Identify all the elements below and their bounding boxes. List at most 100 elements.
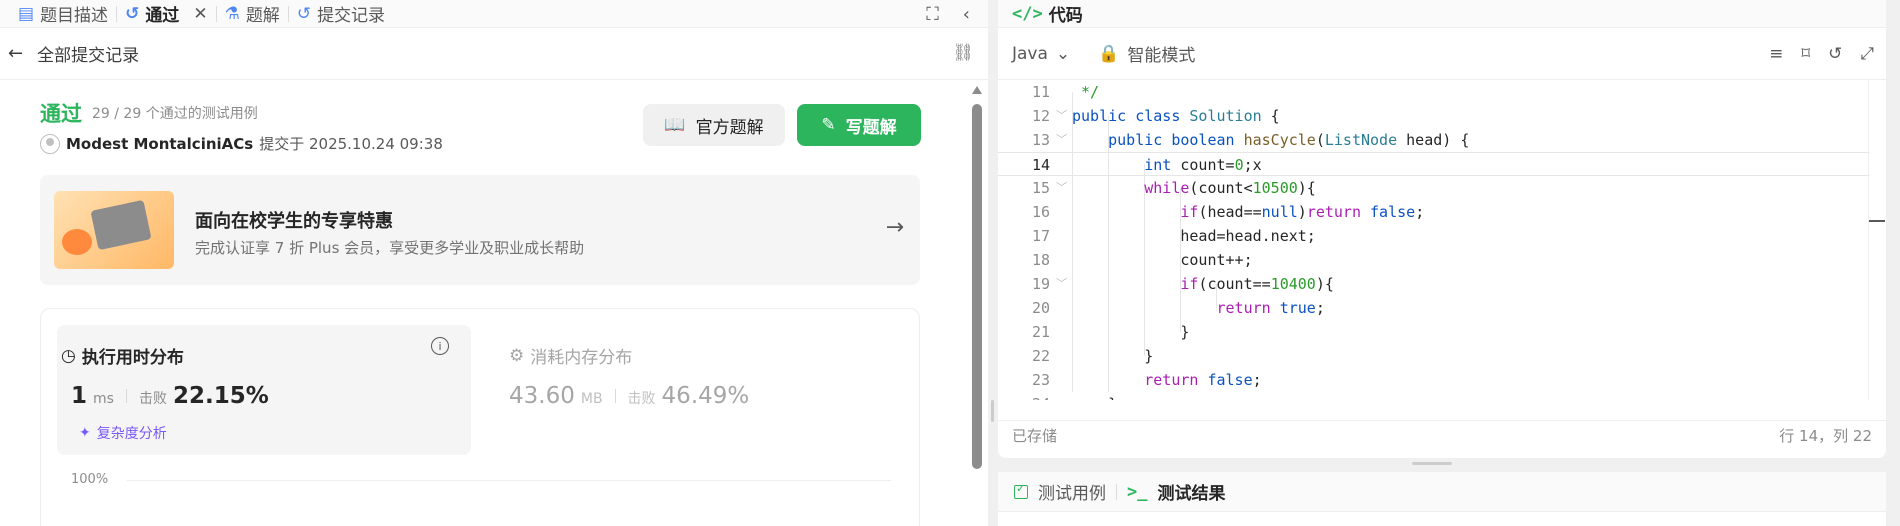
history-icon: ↺ xyxy=(125,3,140,24)
code-text: return false; xyxy=(1144,371,1262,389)
graduation-cap-illustration xyxy=(54,191,174,269)
line-number: 20 xyxy=(1031,299,1050,317)
memory-value: 43.60 xyxy=(509,383,575,409)
lock-icon: 🔒 xyxy=(1098,43,1120,64)
back-arrow-icon[interactable]: ← xyxy=(8,43,23,64)
button-label: 官方题解 xyxy=(695,117,764,138)
chip-icon: ⚙ xyxy=(509,345,525,366)
left-tabbar: ▤ 题目描述 ↺ 通过 ✕ ⚗ 题解 ↺ 提交记录 ⛶ ‹ xyxy=(0,0,988,28)
code-text: } xyxy=(1072,392,1117,400)
code-line: 21 } xyxy=(998,320,1870,344)
fold-chevron-icon[interactable]: ﹀ xyxy=(1056,104,1067,128)
code-line: 13 ﹀ public boolean hasCycle(ListNode hea… xyxy=(998,128,1870,152)
arrow-right-icon[interactable]: → xyxy=(886,215,904,240)
tab-accepted[interactable]: ↺ 通过 ✕ xyxy=(117,0,216,28)
line-number: 11 xyxy=(1031,83,1050,101)
code-panel-header: </> 代码 xyxy=(998,0,1886,28)
runtime-value: 1 xyxy=(71,383,88,409)
tabbar-actions: ⛶ ‹ xyxy=(926,0,988,28)
line-number: 15 xyxy=(1031,179,1050,197)
code-editor[interactable]: 11 */ 12 ﹀ public class Solution { 13 ﹀ pub… xyxy=(998,80,1870,400)
chart-y-label: 100% xyxy=(71,472,109,487)
code-line: 20 return true; xyxy=(998,296,1870,320)
memory-beat-percent: 46.49% xyxy=(661,383,750,409)
beat-label: 击败 xyxy=(138,391,167,407)
history-icon: ↺ xyxy=(296,3,312,24)
student-promo-banner[interactable]: 面向在校学生的专享特惠 完成认证享 7 折 Plus 会员，享受更多学业及职业成… xyxy=(40,175,920,285)
complexity-analysis-link[interactable]: ✦ 复杂度分析 xyxy=(79,423,167,443)
runtime-title: ◷ 执行用时分布 xyxy=(61,343,184,369)
bookmark-icon[interactable]: ⌑ xyxy=(1801,44,1810,64)
tab-test-result[interactable]: 测试结果 xyxy=(1157,479,1225,504)
editor-scroll-marker xyxy=(1869,220,1885,222)
tab-solutions[interactable]: ⚗ 题解 xyxy=(217,0,288,28)
tab-testcase[interactable]: 测试用例 xyxy=(1038,479,1106,504)
horizontal-drag-handle[interactable] xyxy=(1412,462,1452,465)
checkbox-icon xyxy=(1014,482,1028,499)
code-line: 16 if(head==null)return false; xyxy=(998,200,1870,224)
submission-status: 通过 xyxy=(40,102,82,126)
code-text: if(head==null)return false; xyxy=(1180,203,1425,221)
line-number: 22 xyxy=(1031,347,1050,365)
edit-icon: ✎ xyxy=(821,115,836,135)
runtime-metric: 1 ms 击败 22.15% xyxy=(71,383,269,409)
editor-statusbar: 已存储 行 14，列 22 xyxy=(998,420,1886,450)
fullscreen-icon[interactable]: ⛶ xyxy=(926,4,939,25)
tab-description[interactable]: ▤ 题目描述 xyxy=(10,0,116,28)
line-number: 12 xyxy=(1031,107,1050,125)
code-text: return true; xyxy=(1216,299,1325,317)
memory-title[interactable]: ⚙ 消耗内存分布 xyxy=(509,343,633,369)
tab-submissions[interactable]: ↺ 提交记录 xyxy=(289,0,393,28)
metric-divider xyxy=(614,389,616,403)
clock-icon: ◷ xyxy=(61,345,76,366)
promo-subtitle: 完成认证享 7 折 Plus 会员，享受更多学业及职业成长帮助 xyxy=(195,239,585,257)
left-panel: ▤ 题目描述 ↺ 通过 ✕ ⚗ 题解 ↺ 提交记录 ⛶ ‹ ← 全部提交记录 ⛓… xyxy=(0,0,988,526)
code-line: 24 } xyxy=(998,392,1870,400)
close-icon[interactable]: ✕ xyxy=(193,4,207,24)
memory-metric: 43.60 MB 击败 46.49% xyxy=(509,383,749,409)
left-scrollbar[interactable] xyxy=(972,104,982,469)
code-line: 23 return false; xyxy=(998,368,1870,392)
language-select[interactable]: Java ⌄ xyxy=(1012,44,1070,64)
avatar[interactable] xyxy=(40,133,60,154)
smart-mode-toggle[interactable]: 🔒 智能模式 xyxy=(1098,41,1196,67)
memory-title-text: 消耗内存分布 xyxy=(530,348,633,368)
expand-icon[interactable]: ⤢ xyxy=(1860,44,1874,64)
code-text: if(count==10400){ xyxy=(1180,275,1334,293)
code-line: 19 ﹀ if(count==10400){ xyxy=(998,272,1870,296)
format-icon[interactable]: ≡ xyxy=(1769,44,1783,64)
runtime-unit: ms xyxy=(93,391,114,407)
code-text: int count=0;x xyxy=(1144,156,1262,174)
collapse-left-icon[interactable]: ‹ xyxy=(963,4,970,25)
sparkle-icon: ✦ xyxy=(79,425,91,441)
write-solution-button[interactable]: ✎ 写题解 xyxy=(797,104,921,146)
author-name[interactable]: Modest MontalciniACs xyxy=(66,135,253,153)
panel-divider[interactable] xyxy=(988,0,998,526)
info-icon[interactable]: i xyxy=(431,337,449,355)
test-panel-tabs: 测试用例 >_ 测试结果 xyxy=(998,472,1886,512)
mode-label: 智能模式 xyxy=(1127,46,1196,66)
reset-icon[interactable]: ↺ xyxy=(1828,44,1842,64)
chevron-down-icon: ⌄ xyxy=(1055,43,1071,64)
tab-label: 题解 xyxy=(245,6,280,26)
line-number: 21 xyxy=(1031,323,1050,341)
chart-gridline xyxy=(127,480,891,481)
scroll-up-icon[interactable] xyxy=(972,86,982,94)
document-icon: ▤ xyxy=(18,3,35,24)
test-panel: 测试用例 >_ 测试结果 xyxy=(998,472,1886,526)
code-text: } xyxy=(1072,323,1190,341)
share-link-icon[interactable]: ⛓ xyxy=(952,43,974,63)
code-text: count++; xyxy=(1072,251,1253,269)
code-line-current: 14 int count=0;x xyxy=(998,152,1870,176)
editor-scrollbar[interactable] xyxy=(1868,80,1869,400)
fold-chevron-icon[interactable]: ﹀ xyxy=(1056,176,1067,200)
fold-chevron-icon[interactable]: ﹀ xyxy=(1056,128,1067,152)
app-root: ▤ 题目描述 ↺ 通过 ✕ ⚗ 题解 ↺ 提交记录 ⛶ ‹ ← 全部提交记录 ⛓… xyxy=(0,0,1900,526)
code-panel-title: 代码 xyxy=(1048,6,1083,26)
all-submissions-link[interactable]: 全部提交记录 xyxy=(37,41,139,66)
beat-label: 击败 xyxy=(627,391,656,407)
line-number: 17 xyxy=(1031,227,1050,245)
official-solution-button[interactable]: 📖 官方题解 xyxy=(643,104,785,146)
fold-chevron-icon[interactable]: ﹀ xyxy=(1056,272,1067,296)
drag-handle[interactable] xyxy=(991,400,994,422)
